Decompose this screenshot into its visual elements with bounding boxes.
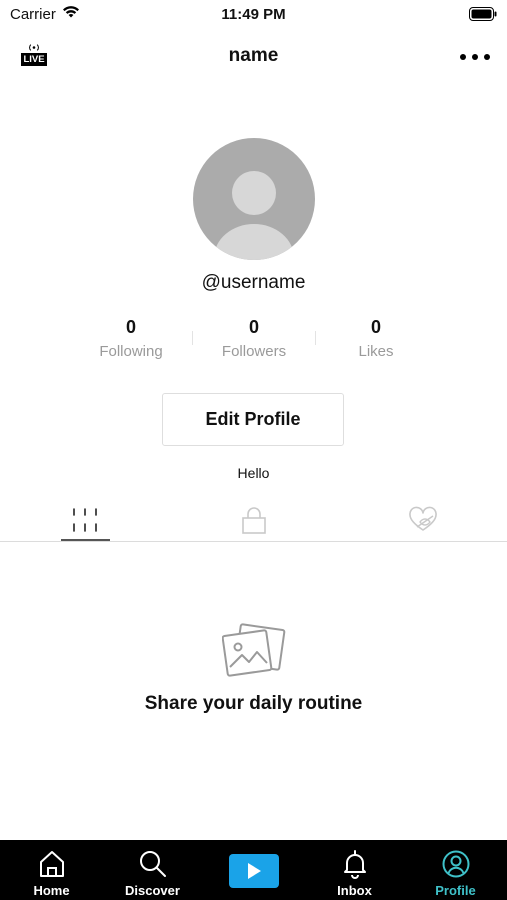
photos-icon: [221, 623, 286, 684]
tabbar-item-discover[interactable]: Discover: [102, 840, 203, 900]
tabbar-item-profile[interactable]: Profile: [405, 840, 506, 900]
more-options-icon[interactable]: [459, 48, 491, 66]
stat-followers[interactable]: 0 Followers: [193, 315, 315, 360]
create-button[interactable]: [229, 854, 279, 888]
search-icon: [139, 851, 166, 877]
likes-label: Likes: [358, 343, 394, 360]
tab-private[interactable]: [169, 498, 338, 542]
tabbar-label-profile: Profile: [435, 883, 476, 898]
empty-state-message: Share your daily routine: [144, 693, 363, 714]
profile-username: @username: [201, 272, 306, 293]
tabbar-label-home: Home: [33, 883, 70, 898]
heart-hidden-icon: [408, 506, 437, 531]
tabs-divider: [0, 541, 507, 542]
tabbar-item-home[interactable]: Home: [1, 840, 102, 900]
likes-count: 0: [370, 317, 381, 337]
followers-label: Followers: [221, 343, 287, 360]
tabbar-label-discover: Discover: [125, 883, 180, 898]
home-icon: [39, 851, 64, 877]
lock-icon: [241, 507, 266, 534]
bottom-tab-bar: Home Discover Inbox Profile: [0, 840, 507, 900]
followers-count: 0: [248, 317, 259, 337]
tab-liked[interactable]: [338, 498, 507, 542]
tabbar-item-inbox[interactable]: Inbox: [304, 840, 405, 900]
clock-label: 11:49 PM: [221, 6, 286, 23]
tab-videos[interactable]: [0, 498, 169, 542]
nav-bar: LIVE name: [0, 34, 507, 78]
play-icon: [248, 863, 261, 879]
avatar[interactable]: [193, 138, 315, 265]
profile-stats: 0 Following 0 Followers 0 Likes: [70, 315, 437, 375]
tabbar-label-inbox: Inbox: [337, 883, 372, 898]
stat-likes[interactable]: 0 Likes: [315, 315, 437, 360]
person-icon: [442, 850, 469, 878]
stat-following[interactable]: 0 Following: [70, 315, 192, 360]
following-label: Following: [99, 343, 163, 360]
profile-bio: Hello: [237, 465, 270, 481]
following-count: 0: [125, 317, 136, 337]
grid-icon: [72, 508, 97, 532]
battery-icon: [469, 7, 497, 26]
page-title: name: [228, 45, 279, 66]
bell-icon: [343, 850, 366, 879]
edit-profile-button[interactable]: Edit Profile: [162, 393, 344, 446]
status-bar: Carrier 11:49 PM: [0, 0, 507, 28]
content-tabs: [0, 498, 507, 544]
